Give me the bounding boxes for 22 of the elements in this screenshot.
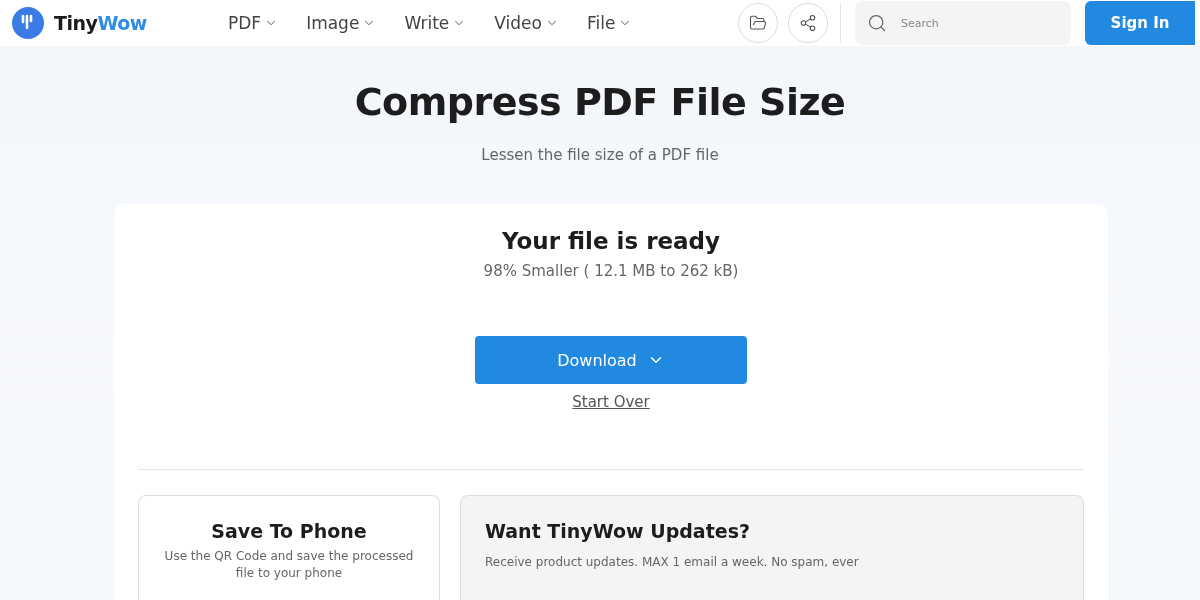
search-field[interactable]: Search — [855, 1, 1071, 45]
brand-name[interactable]: TinyWow — [54, 12, 147, 34]
share-icon[interactable] — [788, 3, 828, 43]
sign-in-button[interactable]: Sign In — [1085, 1, 1195, 45]
nav-menu[interactable]: File — [586, 13, 633, 33]
download-button[interactable]: Download — [475, 336, 747, 384]
logo-icon — [12, 7, 44, 39]
result-summary: 98% Smaller ( 12.1 MB to 262 kB) — [483, 262, 739, 280]
folder-icon[interactable] — [738, 3, 778, 43]
start-over-link[interactable]: Start Over — [572, 393, 650, 411]
card-text: Use the QR Code and save the processed file to your phone — [163, 548, 415, 583]
nav-menu[interactable]: Write — [404, 13, 467, 33]
result-title: Your file is ready — [501, 228, 721, 254]
card-title: Want TinyWow Updates? — [485, 520, 751, 542]
card-title: Save To Phone — [211, 520, 367, 542]
page-subtitle: Lessen the file size of a PDF file — [481, 146, 719, 164]
nav-menu[interactable]: Image — [306, 13, 377, 33]
page-title: Compress PDF File Size — [354, 80, 846, 124]
nav-menu[interactable]: Video — [494, 13, 559, 33]
search-icon — [867, 13, 887, 33]
card-text: Receive product updates. MAX 1 email a week. No spam, ever — [485, 554, 860, 571]
nav-menu[interactable]: PDF — [228, 13, 279, 33]
